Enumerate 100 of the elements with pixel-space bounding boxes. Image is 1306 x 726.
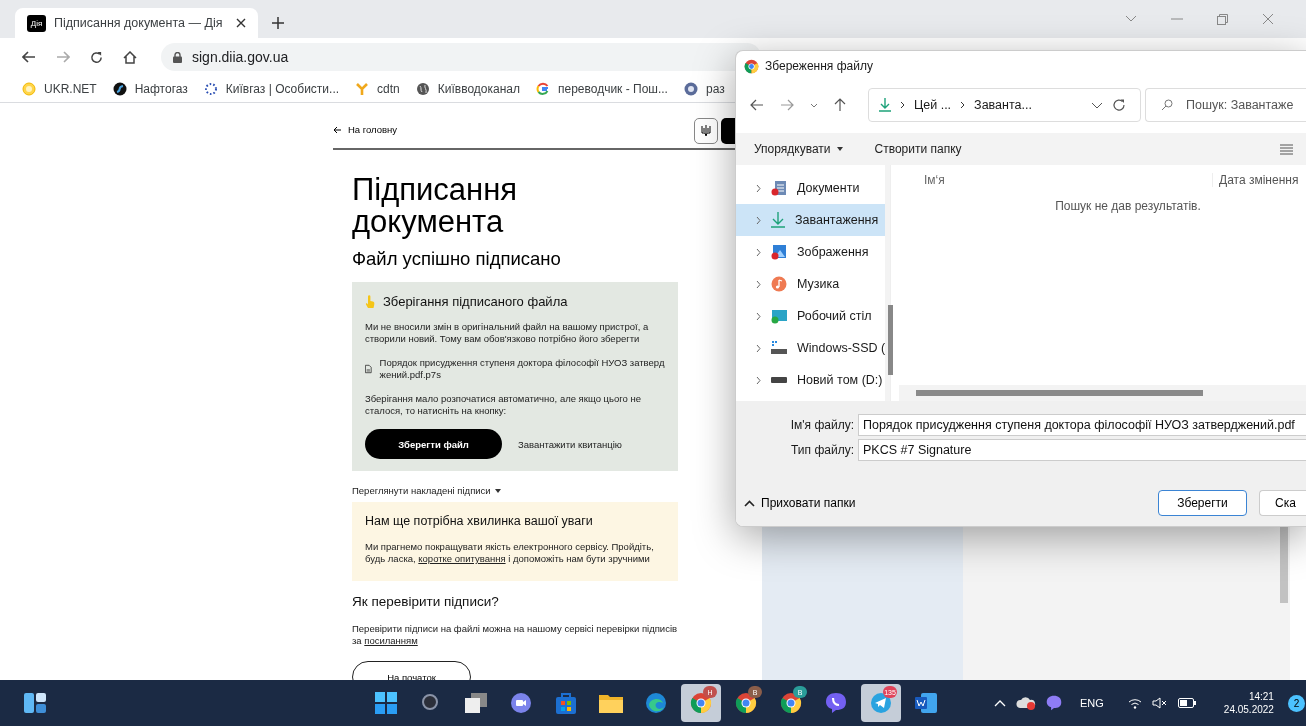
bookmark[interactable]: cdtn	[355, 82, 400, 96]
verify-link[interactable]: посиланням	[364, 635, 418, 646]
folder-item[interactable]: Робочий стіл	[736, 300, 886, 332]
new-tab-icon[interactable]	[272, 17, 284, 29]
address-bar[interactable]: sign.diia.gov.ua	[161, 43, 761, 71]
fork-icon	[355, 82, 370, 96]
bookmark[interactable]: переводчик - Пош...	[536, 82, 668, 96]
chrome-icon	[690, 692, 712, 714]
hide-folders-button[interactable]: Приховати папки	[736, 495, 862, 511]
path-segment[interactable]: Заванта...	[974, 98, 1032, 112]
chrome-icon	[735, 692, 757, 714]
column-header[interactable]: Дата змінення	[1212, 173, 1306, 187]
document-icon	[365, 364, 372, 374]
wifi-icon[interactable]	[1127, 697, 1142, 709]
path-field[interactable]: Цей ... Заванта...	[868, 88, 1141, 122]
windows-icon	[375, 692, 397, 714]
pointing-finger-icon	[365, 294, 375, 309]
bookmark[interactable]: Київводоканал	[415, 82, 520, 96]
folder-item[interactable]: Музика	[736, 268, 886, 300]
scrollbar[interactable]	[899, 385, 1306, 401]
new-folder-button[interactable]: Створити папку	[864, 138, 972, 160]
survey-link[interactable]: коротке опитування	[418, 553, 506, 564]
back-arrow-icon[interactable]	[22, 51, 36, 63]
save-button[interactable]: Зберегти	[1158, 490, 1247, 516]
expand-chevron-icon[interactable]	[756, 215, 761, 225]
bookmark[interactable]: UKR.NET	[22, 82, 97, 96]
signatures-toggle[interactable]: Переглянути накладені підписи	[352, 485, 501, 496]
ring-icon	[536, 82, 550, 96]
card-title: Зберігання підписаного файла	[383, 294, 568, 309]
save-file-button[interactable]: Зберегти файл	[365, 429, 502, 459]
folder-item[interactable]: Документи	[736, 172, 886, 204]
browser-tab[interactable]: Дія Підписання документа — Дія	[15, 8, 258, 38]
dotted-ring-icon	[203, 82, 218, 96]
expand-chevron-icon[interactable]	[756, 375, 761, 385]
back-arrow-icon	[333, 125, 342, 134]
path-segment[interactable]: Цей ...	[914, 98, 952, 112]
battery-icon[interactable]	[1177, 698, 1196, 708]
round-icon	[683, 82, 698, 96]
forward-arrow-icon[interactable]	[780, 99, 794, 111]
desktop-icon	[771, 308, 787, 324]
dialog-title: Збереження файлу	[765, 59, 873, 73]
expand-chevron-icon[interactable]	[756, 247, 761, 257]
search-icon	[1161, 99, 1173, 111]
home-icon[interactable]	[123, 50, 137, 64]
column-header[interactable]: Ім‘я	[899, 173, 1212, 187]
search-field[interactable]: Пошук: Завантаже	[1145, 88, 1306, 122]
restore-icon[interactable]	[1217, 13, 1228, 25]
widgets-icon[interactable]	[24, 693, 46, 713]
download-icon	[771, 212, 785, 228]
video-chat-icon	[510, 692, 532, 714]
folder-item[interactable]: Новий том (D:)	[736, 364, 886, 396]
back-link[interactable]: На головну	[333, 124, 398, 135]
chevron-down-icon[interactable]	[1091, 101, 1103, 109]
field-label: Ім'я файлу:	[789, 417, 855, 432]
expand-chevron-icon[interactable]	[756, 183, 761, 193]
chevron-up-icon	[744, 499, 755, 507]
chevron-down-icon[interactable]	[810, 102, 818, 108]
folder-item[interactable]: Завантаження	[736, 204, 886, 236]
field-label: Тип файлу:	[790, 442, 855, 457]
file-type-dropdown[interactable]: PKCS #7 Signature	[858, 438, 1306, 461]
expand-chevron-icon[interactable]	[756, 343, 761, 353]
expand-chevron-icon[interactable]	[756, 279, 761, 289]
reload-icon[interactable]	[90, 50, 103, 64]
windows-stack-icon	[465, 693, 487, 713]
organize-button[interactable]: Упорядкувати	[744, 138, 853, 160]
clock[interactable]: 14:21 24.05.2022	[1223, 690, 1274, 716]
cancel-button[interactable]: Ска	[1259, 490, 1306, 516]
bookmark[interactable]: раз	[683, 82, 725, 96]
up-arrow-icon[interactable]	[834, 98, 846, 112]
bookmark[interactable]: Нафтогаз	[112, 82, 188, 96]
chevron-up-icon[interactable]	[994, 699, 1006, 707]
survey-text: Ми прагнемо покращувати якість електронного сервісу. Пройдіть, будь ласка, коротке опитування і допоможіть нам бути зручними	[365, 541, 655, 565]
download-receipt-link[interactable]: Завантажити квитанцію	[518, 438, 622, 450]
trident-logo-button[interactable]	[694, 118, 718, 144]
bookmark[interactable]: Київгаз | Особисти...	[203, 82, 340, 96]
file-name-field[interactable]: Порядок присудження ступеня доктора філософії НУОЗ затверджений.pdf	[858, 413, 1306, 436]
close-icon[interactable]	[236, 18, 246, 28]
section-heading: Як перевірити підписи?	[352, 594, 500, 609]
tab-favicon: Дія	[27, 14, 46, 32]
picture-icon	[771, 244, 787, 260]
expand-chevron-icon[interactable]	[756, 311, 761, 321]
swirl-icon	[112, 82, 127, 96]
back-arrow-icon[interactable]	[750, 99, 764, 111]
reload-icon[interactable]	[1112, 98, 1126, 112]
muted-speaker-icon[interactable]	[1151, 697, 1168, 709]
folder-item[interactable]: Windows-SSD (	[736, 332, 886, 364]
notification-badge[interactable]: 2	[1287, 694, 1305, 712]
document-icon	[915, 693, 937, 713]
drive-icon	[771, 341, 787, 355]
folder-item[interactable]: Зображення	[736, 236, 886, 268]
phone-bubble-icon	[825, 692, 847, 714]
phone-bubble-icon[interactable]	[1046, 695, 1062, 711]
language-indicator[interactable]: ENG	[1080, 697, 1104, 709]
chevron-right-icon	[960, 101, 966, 109]
lock-icon	[173, 51, 182, 63]
folder-icon	[599, 693, 623, 713]
page-title: Підписання документа	[352, 174, 519, 238]
circle-icon	[22, 82, 36, 96]
cloud-icon[interactable]	[1016, 696, 1036, 710]
to-start-button[interactable]: На початок	[352, 661, 471, 680]
